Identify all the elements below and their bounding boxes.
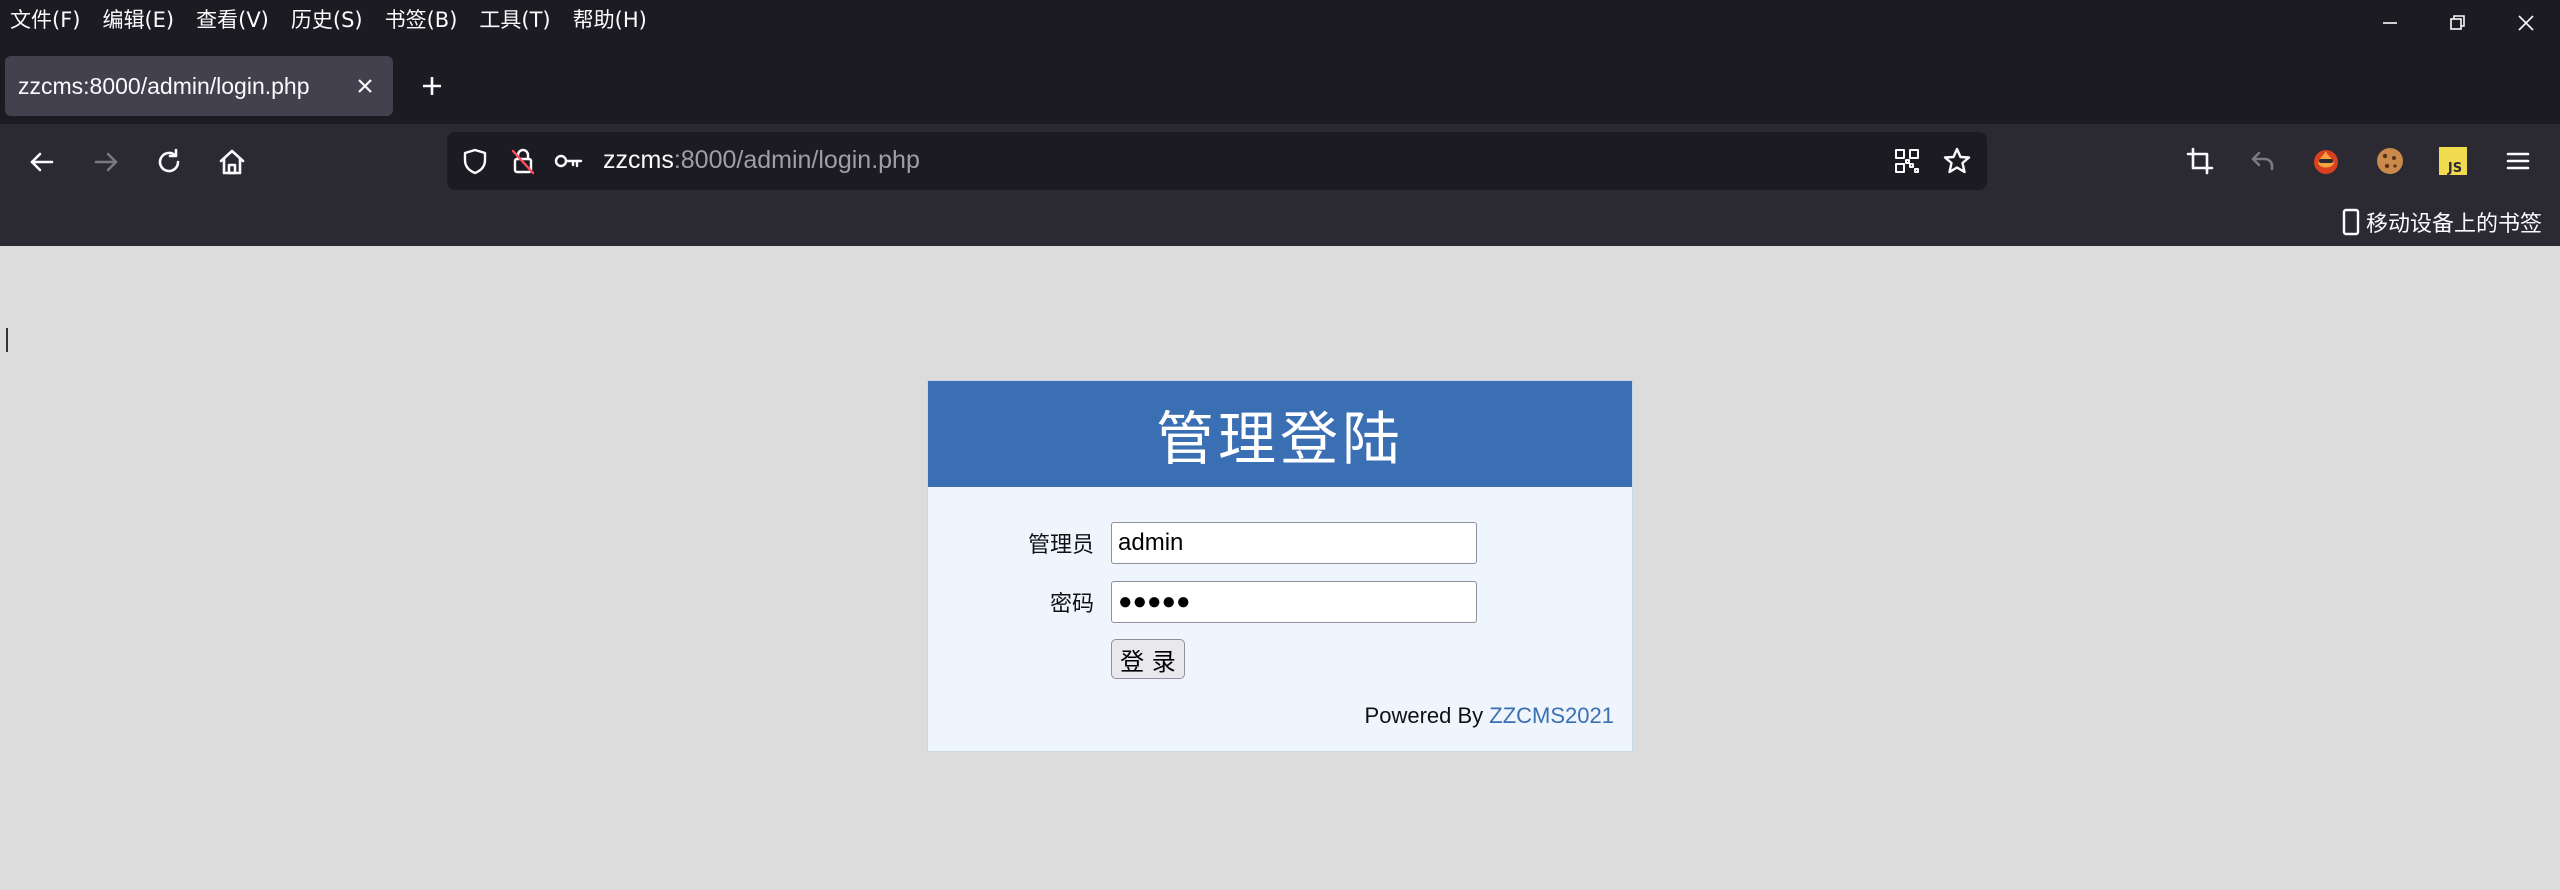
plus-icon — [423, 77, 441, 95]
url-path: :8000/admin/login.php — [673, 146, 920, 174]
shield-icon[interactable] — [459, 145, 491, 177]
back-button[interactable] — [20, 140, 64, 184]
key-icon[interactable] — [553, 145, 585, 177]
password-input[interactable] — [1111, 581, 1477, 623]
username-label: 管理员 — [1027, 533, 1094, 558]
powered-by: Powered By ZZCMS2021 — [1365, 703, 1614, 729]
back-arrow-icon — [30, 152, 54, 172]
crop-icon[interactable] — [2180, 141, 2220, 181]
zzcms-link[interactable]: ZZCMS2021 — [1489, 703, 1614, 728]
mobile-bookmarks-label: 移动设备上的书签 — [2365, 212, 2542, 237]
star-icon[interactable] — [1941, 145, 1973, 177]
home-icon — [219, 149, 245, 175]
browser-chrome: 文件(F) 编辑(E) 查看(V) 历史(S) 书签(B) 工具(T) 帮助(H… — [0, 0, 2560, 246]
navigation-bar: zzcms:8000/admin/login.php JS — [0, 124, 2560, 198]
menu-view[interactable]: 查看(V) — [196, 4, 269, 34]
undo-icon[interactable] — [2243, 141, 2283, 181]
tab-title: zzcms:8000/admin/login.php — [18, 72, 310, 99]
menu-file[interactable]: 文件(F) — [10, 4, 80, 34]
url-bar[interactable]: zzcms:8000/admin/login.php — [447, 132, 1987, 190]
bookmark-bar: 移动设备上的书签 — [0, 198, 2560, 246]
hamburger-menu-icon[interactable] — [2498, 141, 2538, 181]
mobile-bookmarks-button[interactable]: 移动设备上的书签 — [2342, 206, 2542, 238]
username-input[interactable] — [1111, 522, 1477, 564]
menu-bookmarks[interactable]: 书签(B) — [385, 4, 458, 34]
menu-help[interactable]: 帮助(H) — [573, 4, 647, 34]
menu-edit[interactable]: 编辑(E) — [102, 4, 174, 34]
url-host: zzcms — [603, 146, 674, 174]
reload-icon — [158, 148, 180, 173]
close-window-button[interactable] — [2492, 0, 2560, 46]
login-title: 管理登陆 — [1155, 405, 1404, 473]
url-text[interactable]: zzcms:8000/admin/login.php — [603, 146, 920, 175]
home-button[interactable] — [210, 140, 254, 184]
extension-fire-icon[interactable] — [2306, 141, 2346, 181]
menu-tools[interactable]: 工具(T) — [479, 4, 550, 34]
menu-bar: 文件(F) 编辑(E) 查看(V) 历史(S) 书签(B) 工具(T) 帮助(H… — [0, 0, 2560, 38]
powered-by-text: Powered By — [1364, 703, 1484, 728]
forward-arrow-icon — [94, 152, 118, 172]
tab-bar: zzcms:8000/admin/login.php — [0, 52, 2560, 118]
minimize-button[interactable] — [2356, 0, 2424, 46]
minimize-icon — [2383, 22, 2397, 24]
reload-button[interactable] — [147, 140, 191, 184]
menu-history[interactable]: 历史(S) — [291, 4, 363, 34]
login-submit-button[interactable]: 登 录 — [1111, 639, 1185, 679]
restore-button[interactable] — [2424, 0, 2492, 46]
password-label: 密码 — [1049, 592, 1094, 617]
restore-icon — [2450, 15, 2465, 30]
active-tab[interactable]: zzcms:8000/admin/login.php — [5, 56, 393, 116]
tab-close-button[interactable] — [351, 72, 379, 100]
mobile-device-icon — [2342, 208, 2360, 236]
svg-text:JS: JS — [2447, 161, 2462, 176]
close-icon — [2518, 15, 2534, 31]
window-controls — [2356, 0, 2560, 46]
lock-icon[interactable] — [507, 145, 539, 177]
forward-button[interactable] — [84, 140, 128, 184]
close-icon — [358, 79, 372, 93]
new-tab-button[interactable] — [414, 68, 450, 104]
js-icon[interactable]: JS — [2433, 141, 2473, 181]
text-caret — [6, 328, 8, 352]
qr-code-icon[interactable] — [1891, 145, 1923, 177]
cookie-icon[interactable] — [2370, 141, 2410, 181]
login-panel: 管理登陆 管理员 密码 登 录 Powered By ZZCMS2021 — [927, 380, 1633, 752]
login-header: 管理登陆 — [928, 381, 1632, 487]
